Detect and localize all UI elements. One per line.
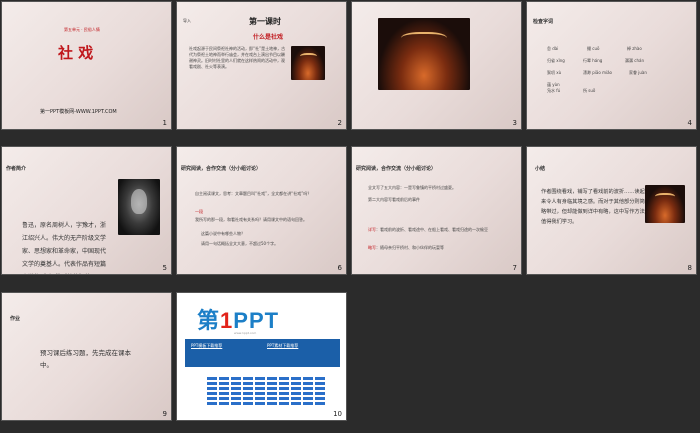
promo-link[interactable]: PPT模板下载推荐	[191, 343, 222, 349]
slide-tag: 小结	[535, 166, 546, 172]
word-item: 漂渺 piāo miǎo	[583, 70, 612, 75]
slide-thumbnail-10[interactable]: 第1PPT www.1ppt.com PPT模板下载推荐 PPT素材下载推荐 1…	[176, 292, 347, 421]
slide-thumbnail-1[interactable]: 第五单元 · 民俗人情 社 戏 第一PPT模板网-WWW.1PPT.COM 1	[1, 1, 172, 130]
link-row[interactable]	[207, 402, 327, 405]
slide-heading: 第一课时	[249, 17, 281, 26]
analysis-paragraph: 第二大内容写看戏前后的事件	[368, 197, 420, 202]
slide-thumbnail-5[interactable]: 作者简介 鲁迅，原名周树人，字豫才，浙江绍兴人。伟大的无产阶级文学家、思想家和革…	[1, 146, 172, 275]
slide-thumbnail-8[interactable]: 小结 作者围绕看戏，铺写了看戏前的波折……读起来令人有身临其境之感。而对于其他部…	[526, 146, 697, 275]
slide-thumbnail-4[interactable]: 检查字词 怠 dài 撮 cuō 棹 zhào 归省 xǐng 行辈 háng …	[526, 1, 697, 130]
detail-note: 详写：看戏前的波折、看戏途中、在船上看戏、看戏归途的一次偷豆	[368, 227, 510, 233]
question-2: 我所写的那一段，和看社戏有关系吗？请用课文中的语句回答。	[195, 217, 307, 222]
brief-note: 略写：随母亲归平桥村、和小伙伴的玩耍等	[368, 245, 510, 251]
slide-tag: 作者简介	[6, 166, 27, 172]
slide-body: 社戏起源于民间祭祀社神的活动，即“社”是土地神，古代为祭祀土地神而举行庙会，并在…	[189, 46, 286, 69]
word-item: 潺潺 chán	[625, 58, 644, 63]
detail-text: ：看戏前的波折、看戏途中、在船上看戏、看戏归途的一次偷豆	[376, 227, 488, 232]
word-item: 凫水 fú	[547, 88, 561, 93]
answer-label: 一段	[195, 209, 203, 214]
slide-number: 7	[512, 264, 517, 272]
word-item: 行辈 háng	[583, 58, 603, 63]
slide-title: 社 戏	[58, 44, 94, 62]
link-row[interactable]	[207, 387, 327, 390]
analysis-paragraph: 全文写了五大内容：一是写鲁镇的平桥村过盛夏。	[368, 185, 456, 190]
slide-number: 3	[512, 119, 517, 127]
highlight-label: 详写	[368, 227, 376, 232]
slide-number: 8	[687, 264, 692, 272]
question-4: 请用一句话概括全文大意，不超过50个字。	[201, 241, 279, 246]
slide-number: 6	[337, 264, 342, 272]
word-item: 怠 dài	[547, 46, 559, 51]
homework-text: 预习课后练习题，先完成在课本中。	[40, 349, 131, 369]
slide-thumbnail-6[interactable]: 研究阅读，合作交流（分小组讨论） 自主阅读课文，思考：文章题目叫“社戏”，全文都…	[176, 146, 347, 275]
word-item: 家眷 juàn	[629, 70, 647, 75]
slide-thumbnail-7[interactable]: 研究阅读，合作交流（分小组讨论） 全文写了五大内容：一是写鲁镇的平桥村过盛夏。 …	[351, 146, 522, 275]
logo-char: 第	[197, 308, 221, 333]
promo-banner: PPT模板下载推荐 PPT素材下载推荐	[185, 339, 340, 367]
slide-thumbnail-3[interactable]: 3	[351, 1, 522, 130]
summary-photo	[645, 185, 685, 223]
slide-number: 4	[687, 119, 692, 127]
link-row[interactable]	[207, 397, 327, 400]
slide-subheading: 什么是社戏	[253, 34, 284, 41]
stage-photo	[291, 46, 325, 80]
slide-number: 9	[162, 410, 167, 418]
link-list	[207, 375, 327, 407]
unit-label: 第五单元 · 民俗人情	[64, 27, 100, 32]
logo-char: PPT	[233, 308, 280, 333]
slide-tag: 作业	[10, 316, 21, 322]
link-row[interactable]	[207, 382, 327, 385]
slide-number: 5	[162, 264, 167, 272]
footer-text: 第一PPT模板网-WWW.1PPT.COM	[40, 109, 117, 115]
word-item: 棹 zhào	[627, 46, 642, 51]
word-item: 撮 cuō	[587, 46, 600, 51]
slide-number: 1	[162, 119, 167, 127]
word-item: 絮叨 xù	[547, 70, 562, 75]
link-row[interactable]	[207, 392, 327, 395]
logo-char: 1	[220, 308, 234, 333]
author-portrait	[118, 179, 160, 235]
logo-subtitle: www.1ppt.com	[234, 331, 257, 335]
slide-number: 10	[333, 410, 342, 418]
author-bio: 鲁迅，原名周树人，字豫才，浙江绍兴人。伟大的无产阶级文学家、思想家和革命家，中国…	[22, 222, 107, 268]
promo-link[interactable]: PPT素材下载推荐	[267, 343, 298, 349]
slide-thumbnail-9[interactable]: 作业 预习课后练习题，先完成在课本中。 9	[1, 292, 172, 421]
brief-text: ：随母亲归平桥村、和小伙伴的玩耍等	[376, 245, 444, 250]
stage-photo-large	[378, 18, 470, 90]
summary-text: 作者围绕看戏，铺写了看戏前的波折……读起来令人有身临其境之感。而对于其他部分则简…	[541, 189, 645, 225]
question-3: 这篇小说中有哪些人物？	[201, 231, 245, 236]
slide-tag: 研究阅读，合作交流（分小组讨论）	[356, 166, 437, 172]
slide-number: 2	[337, 119, 342, 127]
slide-tag: 导入	[183, 18, 191, 23]
slide-tag: 研究阅读，合作交流（分小组讨论）	[181, 166, 262, 172]
highlight-label: 略写	[368, 245, 376, 250]
link-row[interactable]	[207, 377, 327, 380]
slide-tag: 检查字词	[533, 19, 554, 25]
question-1: 自主阅读课文，思考：文章题目叫“社戏”，全文都在讲“社戏”吗？	[195, 191, 312, 196]
word-item: 归省 xǐng	[547, 58, 565, 63]
slide-thumbnail-2[interactable]: 导入 第一课时 什么是社戏 社戏起源于民间祭祀社神的活动，即“社”是土地神，古代…	[176, 1, 347, 130]
word-item: 所 suǒ	[583, 88, 596, 93]
